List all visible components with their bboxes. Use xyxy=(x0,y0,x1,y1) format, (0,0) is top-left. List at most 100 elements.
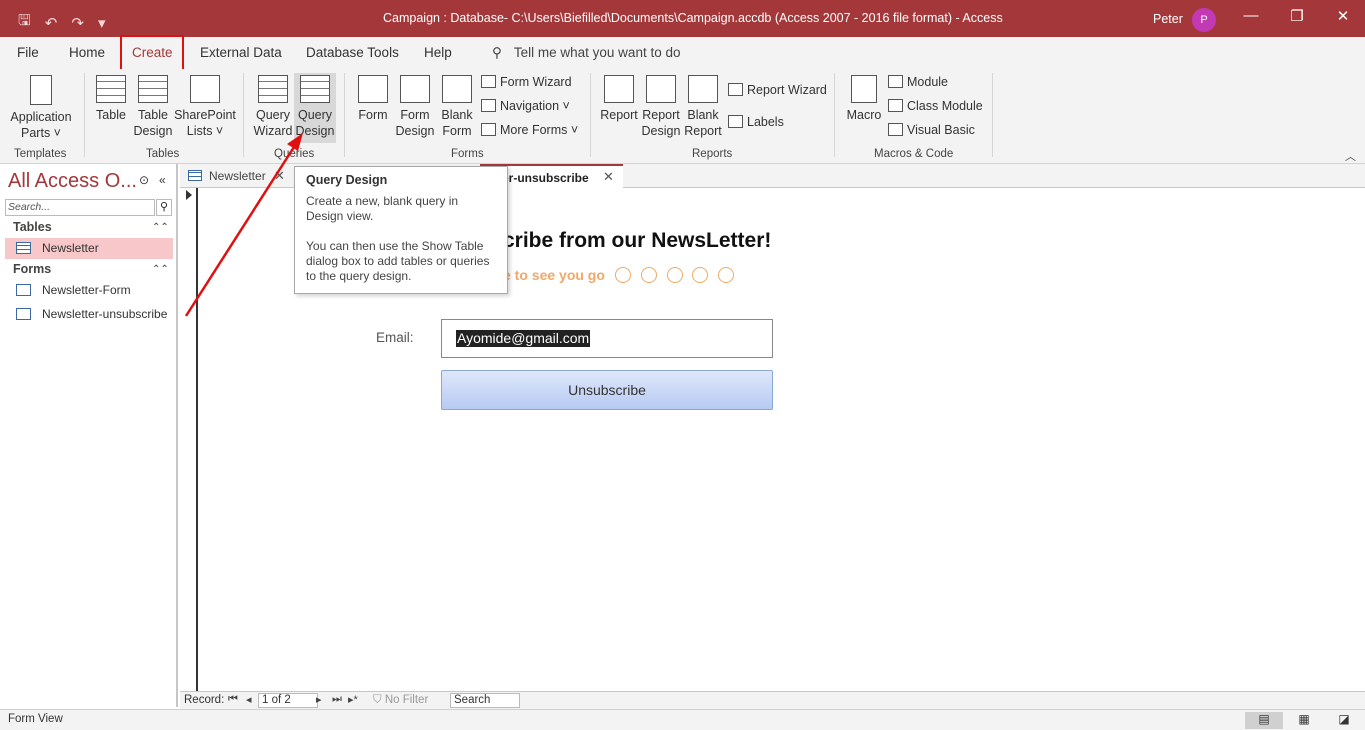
tell-me-search[interactable]: ⚲ Tell me what you want to do xyxy=(492,45,680,61)
minimize-button[interactable]: — xyxy=(1236,7,1266,24)
sharepoint-lists-button[interactable]: SharePoint Lists ˅ xyxy=(174,75,236,139)
tell-me-text: Tell me what you want to do xyxy=(513,45,681,60)
class-module-button[interactable]: Class Module xyxy=(888,99,983,113)
tooltip-line-2: You can then use the Show Table dialog b… xyxy=(306,239,490,283)
filter-icon: ⛉ xyxy=(373,694,385,706)
create-tab-highlight xyxy=(120,35,184,72)
ribbon-tabs: File Home Create External Data Database … xyxy=(0,37,1365,69)
group-separator xyxy=(243,73,244,157)
nav-pane-title[interactable]: All Access O... xyxy=(8,170,137,193)
sharepoint-lists-icon xyxy=(190,75,220,103)
current-record-icon xyxy=(186,190,192,200)
layout-view-icon[interactable]: ▦ xyxy=(1285,712,1323,729)
design-view-icon[interactable]: ◪ xyxy=(1325,712,1363,729)
nav-item-newsletter[interactable]: Newsletter xyxy=(5,238,173,259)
report-wizard-button[interactable]: Report Wizard xyxy=(728,83,827,97)
save-icon[interactable]: 🖫 xyxy=(18,10,31,35)
form-wizard-icon xyxy=(481,75,496,88)
application-parts-button[interactable]: Application Parts ˅ xyxy=(8,75,74,141)
shutter-bar-close-icon[interactable]: « xyxy=(159,173,166,187)
form-button[interactable]: Form xyxy=(355,75,391,123)
report-button[interactable]: Report xyxy=(599,75,639,123)
close-icon[interactable]: ✕ xyxy=(274,164,285,188)
table-button[interactable]: Table xyxy=(93,75,129,123)
tab-database-tools[interactable]: Database Tools xyxy=(306,45,399,60)
labels-icon xyxy=(728,115,743,128)
query-wizard-button[interactable]: Query Wizard xyxy=(252,75,294,139)
avatar[interactable]: P xyxy=(1192,8,1216,32)
doc-tab-newsletter[interactable]: Newsletter ✕ xyxy=(180,164,292,188)
current-record-field[interactable]: 1 of 2 xyxy=(258,693,318,708)
close-icon[interactable]: ✕ xyxy=(603,165,614,189)
collapse-ribbon-icon[interactable]: ︿ xyxy=(1345,148,1356,164)
email-field[interactable]: Ayomide@gmail.com xyxy=(441,319,773,358)
sad-face-icon xyxy=(718,267,735,283)
next-record-icon[interactable]: ▸ xyxy=(316,693,322,706)
more-forms-icon xyxy=(481,123,496,136)
search-icon[interactable]: ⚲ xyxy=(156,199,172,216)
visual-basic-icon xyxy=(888,123,903,136)
group-separator xyxy=(590,73,591,157)
close-button[interactable]: ✕ xyxy=(1328,7,1358,25)
nav-item-newsletter-form[interactable]: Newsletter-Form xyxy=(5,280,173,301)
blank-form-icon xyxy=(442,75,472,103)
nav-section-forms[interactable]: Forms xyxy=(13,262,51,276)
macro-button[interactable]: Macro xyxy=(845,75,883,123)
form-icon xyxy=(16,308,31,320)
group-label-tables: Tables xyxy=(146,148,180,160)
group-label-templates: Templates xyxy=(14,148,67,160)
previous-record-icon[interactable]: ◂ xyxy=(246,693,252,706)
blank-report-button[interactable]: Blank Report xyxy=(683,75,723,139)
module-button[interactable]: Module xyxy=(888,75,948,89)
table-design-button[interactable]: Table Design xyxy=(133,75,173,139)
form-wizard-button[interactable]: Form Wizard xyxy=(481,75,572,89)
navigation-button[interactable]: Navigation ˅ xyxy=(481,99,570,113)
record-label: Record: xyxy=(184,694,225,706)
nav-section-tables[interactable]: Tables xyxy=(13,220,52,234)
unsubscribe-button[interactable]: Unsubscribe xyxy=(441,370,773,410)
user-name[interactable]: Peter xyxy=(1153,12,1183,26)
group-separator xyxy=(834,73,835,157)
record-selector[interactable] xyxy=(180,188,198,691)
group-separator xyxy=(344,73,345,157)
visual-basic-button[interactable]: Visual Basic xyxy=(888,123,975,137)
tab-home[interactable]: Home xyxy=(69,45,105,60)
report-design-button[interactable]: Report Design xyxy=(640,75,682,139)
query-design-button[interactable]: Query Design xyxy=(294,73,336,143)
new-record-icon[interactable]: ▸* xyxy=(348,693,358,706)
collapse-section-icon[interactable]: ⌃⌃ xyxy=(152,264,169,275)
email-label: Email: xyxy=(376,330,414,345)
collapse-section-icon[interactable]: ⌃⌃ xyxy=(152,222,169,233)
tab-file[interactable]: File xyxy=(17,45,39,60)
window-title: Campaign : Database- C:\Users\Biefilled\… xyxy=(383,11,1003,25)
group-label-reports: Reports xyxy=(692,148,733,160)
macro-icon xyxy=(851,75,877,103)
group-separator xyxy=(992,73,993,157)
tab-external-data[interactable]: External Data xyxy=(200,45,282,60)
redo-icon[interactable]: ↷ xyxy=(71,14,84,32)
nav-dropdown-icon[interactable]: ⊙ xyxy=(139,173,149,187)
search-icon: ⚲ xyxy=(492,45,502,60)
status-text: Form View xyxy=(8,713,63,725)
customize-qat-icon[interactable]: ▾ xyxy=(98,14,106,32)
form-view-icon[interactable]: ▤ xyxy=(1245,712,1283,729)
report-design-icon xyxy=(646,75,676,103)
more-forms-button[interactable]: More Forms ˅ xyxy=(481,123,578,137)
query-wizard-icon xyxy=(258,75,288,103)
record-search-input[interactable]: Search xyxy=(450,693,520,708)
undo-icon[interactable]: ↶ xyxy=(45,14,58,32)
nav-search-input[interactable]: Search... xyxy=(5,199,155,216)
restore-button[interactable]: ❐ xyxy=(1282,7,1312,25)
tab-help[interactable]: Help xyxy=(424,45,452,60)
quick-access-toolbar: 🖫 ↶ ↷ ▾ xyxy=(18,10,105,35)
no-filter-button[interactable]: ⛉ No Filter xyxy=(373,694,428,707)
nav-item-newsletter-unsubscribe[interactable]: Newsletter-unsubscribe xyxy=(5,304,173,325)
labels-button[interactable]: Labels xyxy=(728,115,784,129)
report-icon xyxy=(604,75,634,103)
table-design-icon xyxy=(138,75,168,103)
first-record-icon[interactable]: ⏮ xyxy=(228,693,238,706)
last-record-icon[interactable]: ⏭ xyxy=(332,693,342,706)
form-icon xyxy=(16,284,31,296)
form-design-button[interactable]: Form Design xyxy=(395,75,435,139)
blank-form-button[interactable]: Blank Form xyxy=(439,75,475,139)
